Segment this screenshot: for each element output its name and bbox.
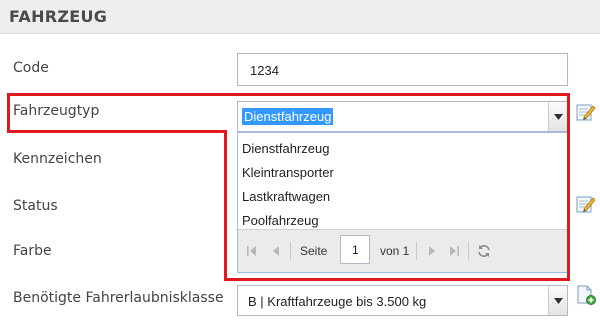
highlight-frame-top xyxy=(7,93,570,133)
highlight-frame-lower xyxy=(224,130,570,281)
farbe-label: Farbe xyxy=(13,243,52,259)
edit-pencil-icon[interactable] xyxy=(576,194,596,214)
fahrerlaubnis-dropdown-button[interactable] xyxy=(548,286,567,315)
add-document-icon[interactable] xyxy=(576,285,596,305)
edit-pencil-icon[interactable] xyxy=(576,102,596,122)
status-label: Status xyxy=(13,198,58,214)
fahrerlaubnis-value: B | Kraftfahrzeuge bis 3.500 kg xyxy=(248,294,427,309)
kennzeichen-label: Kennzeichen xyxy=(13,151,102,167)
code-value: 1234 xyxy=(250,63,279,78)
fahrerlaubnis-combobox[interactable]: B | Kraftfahrzeuge bis 3.500 kg xyxy=(237,285,568,316)
fahrerlaubnis-label: Benötigte Fahrerlaubnisklasse xyxy=(13,290,224,306)
section-title: FAHRZEUG xyxy=(9,7,108,26)
chevron-down-icon xyxy=(554,298,563,304)
section-header: FAHRZEUG xyxy=(0,0,600,34)
code-input[interactable]: 1234 xyxy=(237,53,568,86)
code-label: Code xyxy=(13,60,49,76)
highlight-frame-step xyxy=(7,130,227,133)
